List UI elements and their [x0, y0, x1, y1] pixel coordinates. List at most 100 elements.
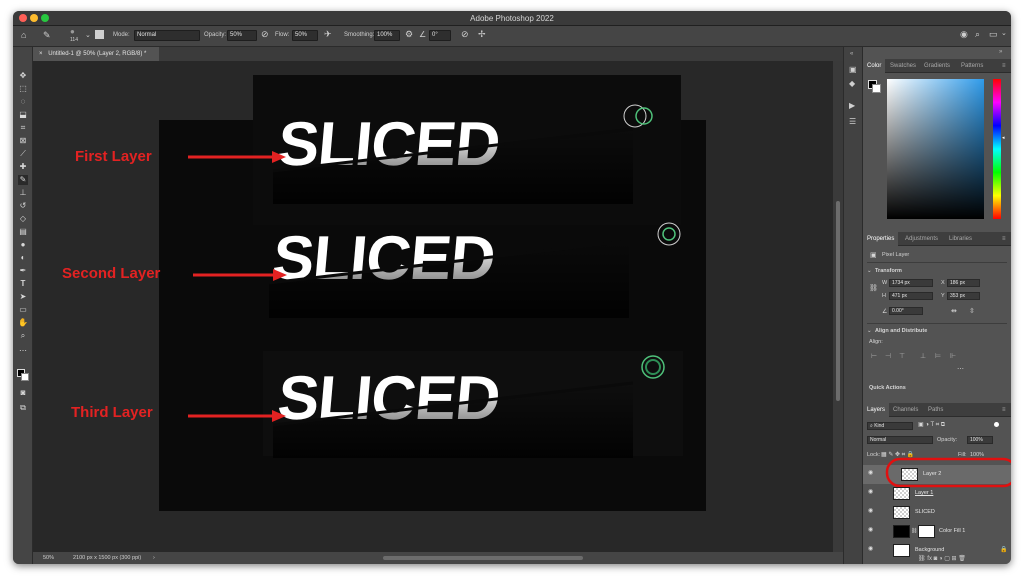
zoom-level[interactable]: 50% [43, 552, 54, 564]
tab-gradients[interactable]: Gradients [924, 59, 950, 73]
flip-vertical-icon[interactable]: ⇳ [969, 307, 975, 315]
hue-slider-handle-icon[interactable]: ◂ [1002, 135, 1005, 141]
blend-mode-select[interactable]: Normal [867, 436, 933, 444]
adjust-panel-icon[interactable]: ☰ [849, 117, 856, 126]
type-tool-icon[interactable]: T [18, 279, 28, 289]
eye-icon[interactable]: ◉ [868, 546, 875, 552]
history-panel-icon[interactable]: ▣ [849, 65, 857, 74]
pressure-size-icon[interactable]: ⊘ [461, 29, 469, 40]
layer-opacity-field[interactable]: 100% [967, 436, 993, 444]
layer-filter-kind[interactable]: ⌕ Kind [867, 422, 913, 430]
x-field[interactable]: 186 px [947, 279, 980, 287]
move-tool-icon[interactable]: ✥ [18, 71, 28, 81]
width-field[interactable]: 1734 px [889, 279, 933, 287]
airbrush-icon[interactable]: ✈ [324, 29, 332, 40]
layer-actions-icons[interactable]: ⛓ fx ◙ ◑ ▢ ⊞ 🗑 [918, 555, 966, 562]
collapse-panels-icon[interactable]: » [999, 49, 1002, 55]
tab-properties[interactable]: Properties [863, 232, 899, 246]
mode-select[interactable]: Normal [134, 30, 200, 41]
canvas-area[interactable]: SLICED SLICED SLICED First Layer Second … [33, 61, 850, 552]
height-field[interactable]: 471 px [889, 292, 933, 300]
tab-adjustments[interactable]: Adjustments [905, 232, 938, 246]
layer-name[interactable]: Background [915, 547, 944, 553]
comments-panel-icon[interactable]: ◆ [849, 79, 855, 88]
healing-brush-tool-icon[interactable]: ✚ [18, 162, 28, 172]
tab-patterns[interactable]: Patterns [961, 59, 983, 73]
zoom-window-button[interactable] [41, 14, 49, 22]
flow-field[interactable]: 50% [292, 30, 318, 41]
angle-field[interactable]: 0° [429, 30, 451, 41]
object-selection-tool-icon[interactable]: ⬓ [18, 110, 28, 120]
panel-menu-icon[interactable]: ≡ [1002, 403, 1006, 417]
symmetry-icon[interactable]: ✢ [478, 29, 486, 40]
layer-row-sliced[interactable]: ◉ SLICED [863, 503, 1011, 522]
chevron-down-icon[interactable]: ⌄ [85, 31, 91, 39]
chevron-down-icon[interactable]: ⌄ [867, 268, 872, 274]
eye-icon[interactable]: ◉ [868, 508, 875, 514]
actions-panel-icon[interactable]: ▶ [849, 101, 855, 110]
collapse-icon[interactable]: « [850, 51, 853, 57]
zoom-tool-icon[interactable]: ⌕ [18, 331, 28, 341]
brush-settings-icon[interactable] [95, 30, 104, 39]
history-brush-tool-icon[interactable]: ↺ [18, 201, 28, 211]
hue-slider[interactable] [993, 79, 1001, 219]
link-icon[interactable]: ⛓ [869, 284, 878, 292]
dodge-tool-icon[interactable]: ◐ [18, 253, 28, 263]
rectangle-tool-icon[interactable]: ▭ [18, 305, 28, 315]
horizontal-scroll-thumb[interactable] [383, 556, 583, 560]
tab-libraries[interactable]: Libraries [949, 232, 972, 246]
close-window-button[interactable] [19, 14, 27, 22]
document-tab[interactable]: × Untitled-1 @ 50% (Layer 2, RGB/8) * [33, 47, 159, 61]
learn-icon[interactable]: ◉ [960, 29, 968, 40]
align-left-icon[interactable]: ⊢ [871, 352, 877, 360]
tab-color[interactable]: Color [863, 59, 886, 73]
tab-channels[interactable]: Channels [893, 403, 918, 417]
opacity-field[interactable]: 50% [227, 30, 257, 41]
search-icon[interactable]: ⌕ [975, 29, 980, 40]
screen-mode-icon[interactable]: ⧉ [18, 403, 28, 413]
home-icon[interactable]: ⌂ [21, 30, 26, 40]
pen-tool-icon[interactable]: ✒ [18, 266, 28, 276]
chevron-right-icon[interactable]: › [153, 552, 155, 564]
lasso-tool-icon[interactable]: ◌ [18, 97, 28, 107]
chevron-down-icon[interactable]: ⌄ [867, 328, 872, 334]
eyedropper-tool-icon[interactable]: ⟋ [18, 149, 28, 159]
path-selection-tool-icon[interactable]: ➤ [18, 292, 28, 302]
hand-tool-icon[interactable]: ✋ [18, 318, 28, 328]
background-color-swatch[interactable] [21, 373, 29, 381]
close-tab-icon[interactable]: × [39, 51, 43, 57]
lock-icon[interactable]: 🔒 [1000, 546, 1007, 553]
align-right-icon[interactable]: ⊤ [899, 352, 905, 360]
workspace-icon[interactable]: ▭ [989, 29, 998, 40]
align-middle-icon[interactable]: ⊨ [935, 352, 941, 360]
clone-stamp-tool-icon[interactable]: ⊥ [18, 188, 28, 198]
background-color-swatch[interactable] [872, 84, 881, 93]
layer-row-color-fill-1[interactable]: ◉ ⛓ Color Fill 1 [863, 522, 1011, 541]
panel-menu-icon[interactable]: ≡ [1002, 59, 1006, 73]
crop-tool-icon[interactable]: ⌗ [18, 123, 28, 133]
blur-tool-icon[interactable]: ● [18, 240, 28, 250]
tab-paths[interactable]: Paths [928, 403, 943, 417]
brush-tool-icon[interactable]: ✎ [18, 175, 28, 185]
align-center-icon[interactable]: ⊣ [885, 352, 891, 360]
align-bottom-icon[interactable]: ⊩ [950, 352, 956, 360]
more-options-icon[interactable]: ⋯ [957, 365, 964, 373]
layer-name[interactable]: SLICED [915, 509, 935, 515]
minimize-window-button[interactable] [30, 14, 38, 22]
more-tools-icon[interactable]: ⋯ [18, 346, 28, 356]
align-top-icon[interactable]: ⊥ [920, 352, 926, 360]
gear-icon[interactable]: ⚙ [405, 29, 413, 40]
layer-name[interactable]: Color Fill 1 [939, 528, 965, 534]
pressure-opacity-icon[interactable]: ⊘ [261, 29, 269, 40]
tab-swatches[interactable]: Swatches [890, 59, 916, 73]
quick-mask-icon[interactable]: ◙ [18, 388, 28, 398]
eye-icon[interactable]: ◉ [868, 470, 875, 476]
vertical-scroll-thumb[interactable] [836, 201, 840, 401]
frame-tool-icon[interactable]: ⊠ [18, 136, 28, 146]
filter-toggle-icon[interactable] [994, 422, 999, 427]
gradient-tool-icon[interactable]: ▤ [18, 227, 28, 237]
vertical-scrollbar[interactable] [833, 61, 843, 552]
layer-row-layer-1[interactable]: ◉ Layer 1 [863, 484, 1011, 503]
eye-icon[interactable]: ◉ [868, 489, 875, 495]
y-field[interactable]: 353 px [947, 292, 980, 300]
